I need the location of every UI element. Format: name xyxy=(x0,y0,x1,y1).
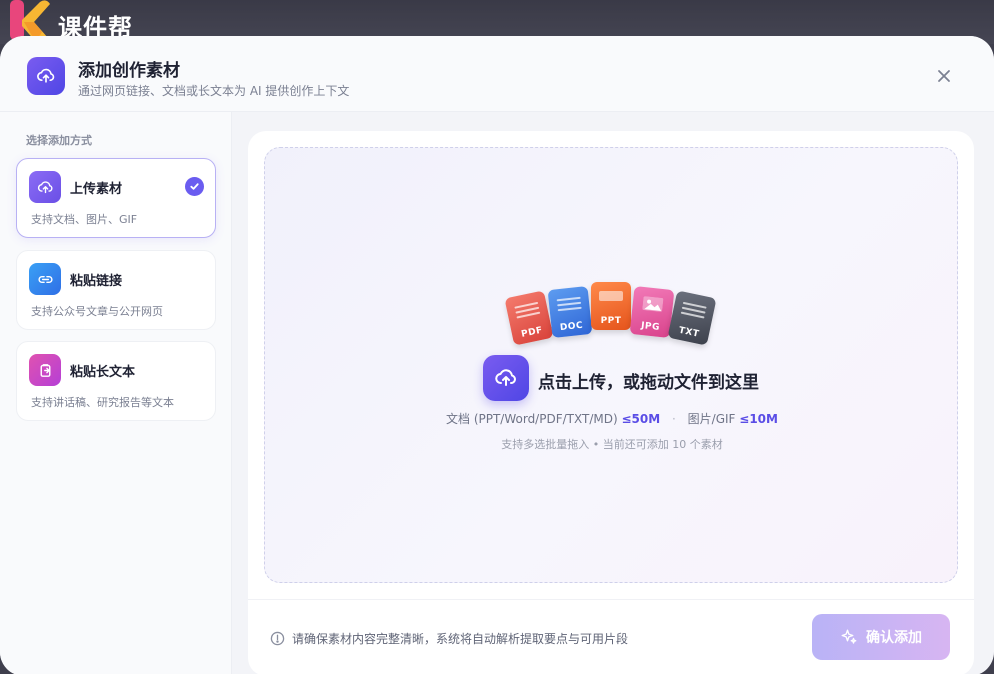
link-icon xyxy=(29,263,61,295)
sidebar: 选择添加方式 上传素材 支持文档、图片、GIF 粘贴链接 支持公众号文章与公开网… xyxy=(0,112,232,674)
option-title: 粘贴链接 xyxy=(70,274,123,289)
upload-panel: PDF DOC PPT JPG TXT 点击上传，或拖动文件到这里 文档 (PP… xyxy=(248,131,974,674)
modal-subtitle: 通过网页链接、文档或长文本为 AI 提供创作上下文 xyxy=(78,84,350,98)
option-desc: 支持公众号文章与公开网页 xyxy=(31,305,163,318)
ppt-file-icon: PPT xyxy=(591,282,631,330)
dropzone-hint: 支持多选批量拖入 • 当前还可添加 10 个素材 xyxy=(501,438,723,451)
option-upload-material[interactable]: 上传素材 支持文档、图片、GIF xyxy=(16,158,216,238)
separator: · xyxy=(672,412,676,426)
option-title: 粘贴长文本 xyxy=(70,365,136,380)
option-paste-long-text[interactable]: 粘贴长文本 支持讲话稿、研究报告等文本 xyxy=(16,341,216,421)
close-icon xyxy=(938,70,950,82)
option-desc: 支持文档、图片、GIF xyxy=(31,213,138,226)
image-size-limit: ≤10M xyxy=(739,412,778,426)
check-icon xyxy=(185,177,204,196)
option-paste-link[interactable]: 粘贴链接 支持公众号文章与公开网页 xyxy=(16,250,216,330)
doc-types-label: 文档 (PPT/Word/PDF/TXT/MD) xyxy=(446,412,618,426)
cloud-upload-icon xyxy=(29,171,61,203)
file-dropzone[interactable]: PDF DOC PPT JPG TXT 点击上传，或拖动文件到这里 文档 (PP… xyxy=(264,147,958,583)
cloud-upload-icon[interactable] xyxy=(483,355,529,401)
add-material-modal: 添加创作素材 通过网页链接、文档或长文本为 AI 提供创作上下文 选择添加方式 … xyxy=(0,36,994,674)
confirm-add-label: 确认添加 xyxy=(866,630,922,646)
option-desc: 支持讲话稿、研究报告等文本 xyxy=(31,396,174,409)
footer-note-text: 请确保素材内容完整清晰，系统将自动解析提取要点与可用片段 xyxy=(292,632,629,646)
doc-size-limit: ≤50M xyxy=(621,412,661,426)
jpg-file-icon: JPG xyxy=(629,286,675,338)
footer-note: 请确保素材内容完整清晰，系统将自动解析提取要点与可用片段 xyxy=(270,630,628,647)
modal-title: 添加创作素材 xyxy=(78,61,180,81)
close-button[interactable] xyxy=(932,64,956,88)
sidebar-heading: 选择添加方式 xyxy=(26,134,92,147)
clipboard-text-icon xyxy=(29,354,61,386)
info-circle-icon xyxy=(270,631,285,646)
pdf-file-icon: PDF xyxy=(504,290,554,346)
cloud-upload-icon xyxy=(27,57,65,95)
txt-file-icon: TXT xyxy=(667,290,717,346)
doc-file-icon: DOC xyxy=(547,286,593,338)
modal-header: 添加创作素材 通过网页链接、文档或长文本为 AI 提供创作上下文 xyxy=(0,36,994,112)
image-types-label: 图片/GIF xyxy=(687,412,736,426)
option-title: 上传素材 xyxy=(70,182,123,197)
sparkle-icon xyxy=(841,629,857,644)
confirm-add-button[interactable]: 确认添加 xyxy=(812,614,950,660)
modal-footer: 请确保素材内容完整清晰，系统将自动解析提取要点与可用片段 确认添加 xyxy=(248,599,974,674)
file-limits: 文档 (PPT/Word/PDF/TXT/MD) ≤50M · 图片/GIF ≤… xyxy=(265,410,959,427)
dropzone-title: 点击上传，或拖动文件到这里 xyxy=(538,373,759,393)
